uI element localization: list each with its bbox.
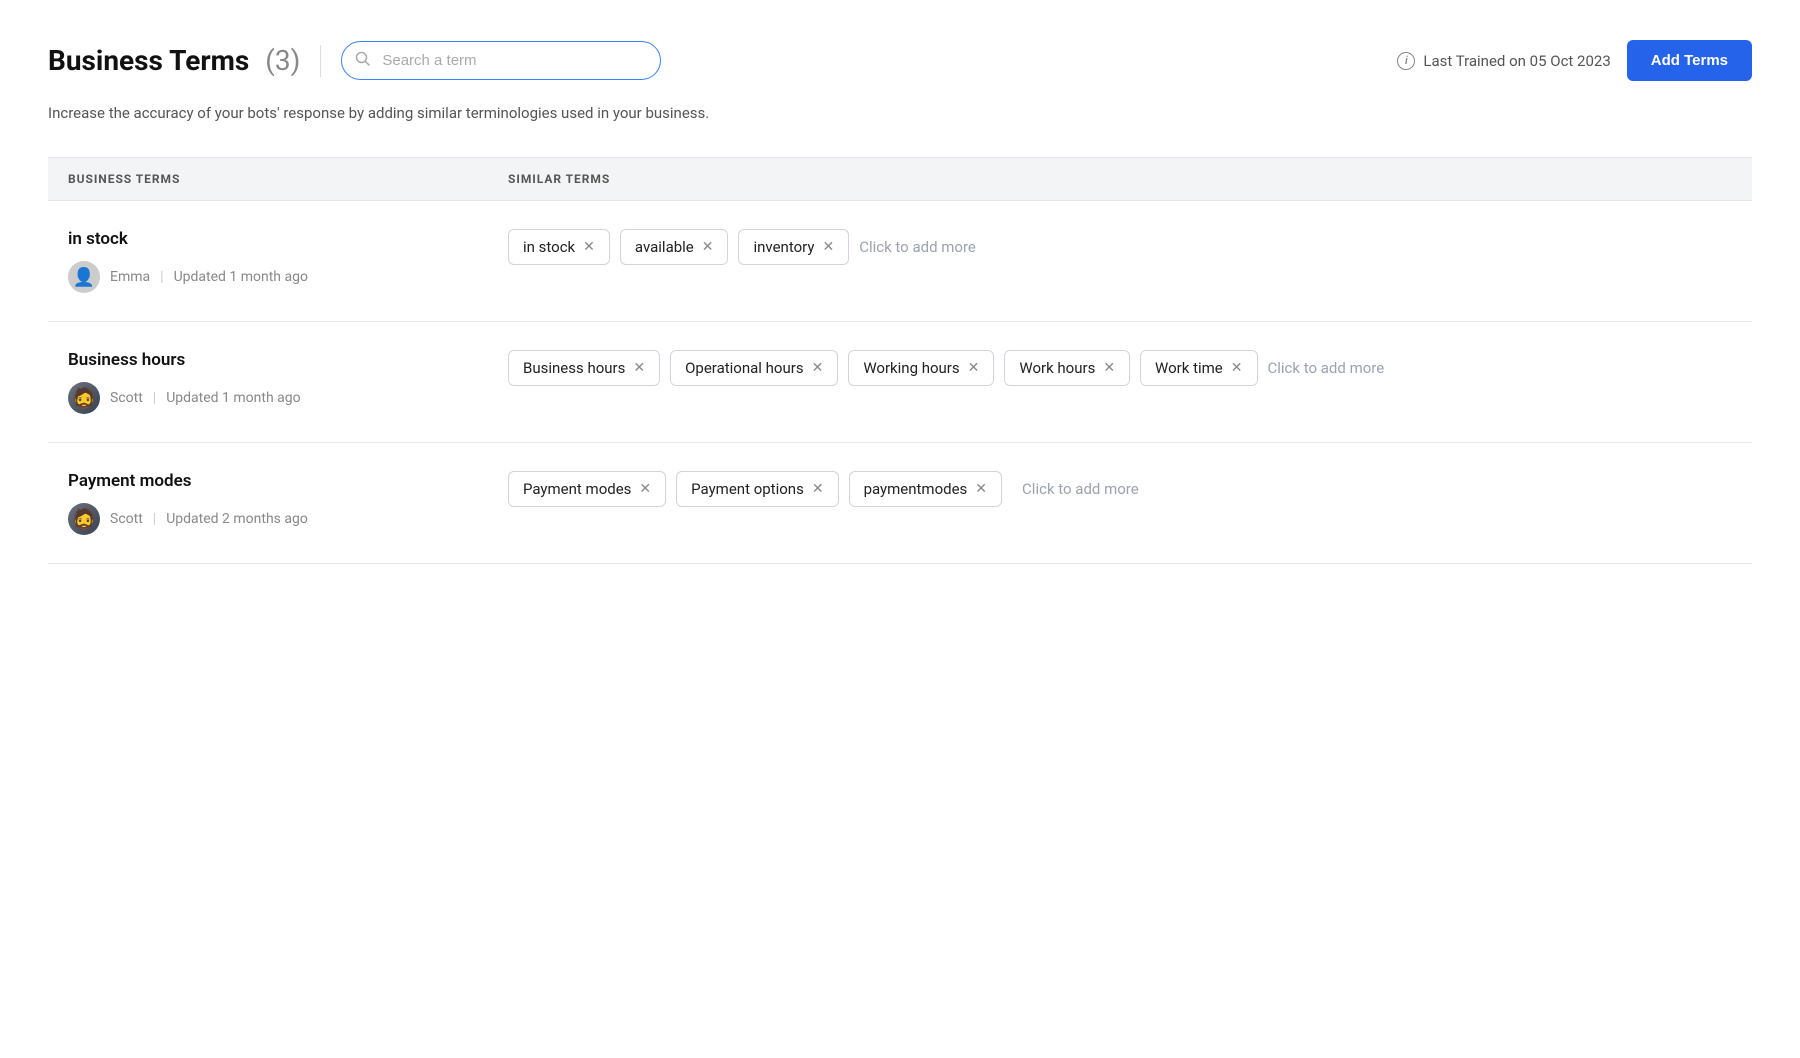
business-terms-table: BUSINESS TERMS SIMILAR TERMS in stock 👤 … bbox=[48, 157, 1752, 564]
click-to-add[interactable]: Click to add more bbox=[1022, 480, 1139, 498]
table-row: Payment modes 🧔 Scott | Updated 2 months… bbox=[48, 443, 1752, 564]
tag-label: Operational hours bbox=[685, 359, 803, 377]
remove-tag-icon[interactable]: ✕ bbox=[812, 361, 824, 375]
remove-tag-icon[interactable]: ✕ bbox=[1231, 361, 1243, 375]
updated-time: Updated 2 months ago bbox=[166, 511, 308, 527]
term-info: Business hours 🧔 Scott | Updated 1 month… bbox=[68, 350, 508, 414]
avatar: 🧔 bbox=[68, 503, 100, 535]
author-name: Emma bbox=[110, 269, 150, 285]
author-name: Scott bbox=[110, 390, 143, 406]
term-name: Business hours bbox=[68, 350, 508, 370]
remove-tag-icon[interactable]: ✕ bbox=[702, 240, 714, 254]
similar-terms-list: in stock ✕ available ✕ inventory ✕ Click… bbox=[508, 229, 1732, 265]
table-row: in stock 👤 Emma | Updated 1 month ago in… bbox=[48, 201, 1752, 322]
term-meta: 👤 Emma | Updated 1 month ago bbox=[68, 261, 508, 293]
term-count: (3) bbox=[265, 44, 300, 77]
term-tag[interactable]: paymentmodes ✕ bbox=[849, 471, 1002, 507]
tag-label: paymentmodes bbox=[864, 480, 968, 498]
term-info: Payment modes 🧔 Scott | Updated 2 months… bbox=[68, 471, 508, 535]
term-tag[interactable]: Working hours ✕ bbox=[848, 350, 994, 386]
tag-label: available bbox=[635, 238, 694, 256]
term-name: in stock bbox=[68, 229, 508, 249]
term-tag[interactable]: in stock ✕ bbox=[508, 229, 610, 265]
page-description: Increase the accuracy of your bots' resp… bbox=[48, 101, 748, 125]
last-trained-label: Last Trained on 05 Oct 2023 bbox=[1423, 52, 1610, 70]
remove-tag-icon[interactable]: ✕ bbox=[1103, 361, 1115, 375]
col-header-similar-terms: SIMILAR TERMS bbox=[508, 172, 1732, 186]
click-to-add[interactable]: Click to add more bbox=[1268, 359, 1385, 377]
tag-label: Payment options bbox=[691, 480, 804, 498]
term-name: Payment modes bbox=[68, 471, 508, 491]
remove-tag-icon[interactable]: ✕ bbox=[583, 240, 595, 254]
tag-label: Business hours bbox=[523, 359, 625, 377]
remove-tag-icon[interactable]: ✕ bbox=[822, 240, 834, 254]
term-tag[interactable]: inventory ✕ bbox=[738, 229, 849, 265]
search-input[interactable] bbox=[341, 41, 661, 80]
remove-tag-icon[interactable]: ✕ bbox=[812, 482, 824, 496]
avatar: 👤 bbox=[68, 261, 100, 293]
tag-label: Work time bbox=[1155, 359, 1223, 377]
author-name: Scott bbox=[110, 511, 143, 527]
term-tag[interactable]: Payment modes ✕ bbox=[508, 471, 666, 507]
search-container bbox=[341, 41, 661, 80]
tag-label: in stock bbox=[523, 238, 575, 256]
term-tag[interactable]: Operational hours ✕ bbox=[670, 350, 838, 386]
table-row: Business hours 🧔 Scott | Updated 1 month… bbox=[48, 322, 1752, 443]
add-terms-button[interactable]: Add Terms bbox=[1627, 40, 1752, 81]
tag-label: Work hours bbox=[1019, 359, 1095, 377]
term-tag[interactable]: Work time ✕ bbox=[1140, 350, 1257, 386]
term-meta: 🧔 Scott | Updated 2 months ago bbox=[68, 503, 508, 535]
similar-terms-list: Payment modes ✕ Payment options ✕ paymen… bbox=[508, 471, 1732, 507]
divider bbox=[320, 45, 321, 77]
tag-label: inventory bbox=[753, 238, 814, 256]
tag-label: Working hours bbox=[863, 359, 959, 377]
term-tag[interactable]: Work hours ✕ bbox=[1004, 350, 1130, 386]
page-title: Business Terms bbox=[48, 44, 249, 77]
avatar-icon: 🧔 bbox=[72, 386, 97, 410]
remove-tag-icon[interactable]: ✕ bbox=[975, 482, 987, 496]
remove-tag-icon[interactable]: ✕ bbox=[639, 482, 651, 496]
term-meta: 🧔 Scott | Updated 1 month ago bbox=[68, 382, 508, 414]
last-trained-info: i Last Trained on 05 Oct 2023 bbox=[1397, 52, 1610, 70]
term-tag[interactable]: Business hours ✕ bbox=[508, 350, 660, 386]
avatar-icon: 🧔 bbox=[72, 507, 97, 531]
info-icon: i bbox=[1397, 52, 1415, 70]
table-header: BUSINESS TERMS SIMILAR TERMS bbox=[48, 158, 1752, 201]
col-header-business-terms: BUSINESS TERMS bbox=[68, 172, 508, 186]
updated-time: Updated 1 month ago bbox=[166, 390, 300, 406]
tag-label: Payment modes bbox=[523, 480, 631, 498]
page-header: Business Terms (3) i Last Trained on 05 … bbox=[48, 40, 1752, 81]
avatar: 🧔 bbox=[68, 382, 100, 414]
avatar-icon: 👤 bbox=[73, 267, 95, 288]
term-info: in stock 👤 Emma | Updated 1 month ago bbox=[68, 229, 508, 293]
term-tag[interactable]: available ✕ bbox=[620, 229, 729, 265]
updated-time: Updated 1 month ago bbox=[174, 269, 308, 285]
remove-tag-icon[interactable]: ✕ bbox=[633, 361, 645, 375]
remove-tag-icon[interactable]: ✕ bbox=[968, 361, 980, 375]
term-tag[interactable]: Payment options ✕ bbox=[676, 471, 838, 507]
click-to-add[interactable]: Click to add more bbox=[859, 238, 976, 256]
similar-terms-list: Business hours ✕ Operational hours ✕ Wor… bbox=[508, 350, 1732, 386]
